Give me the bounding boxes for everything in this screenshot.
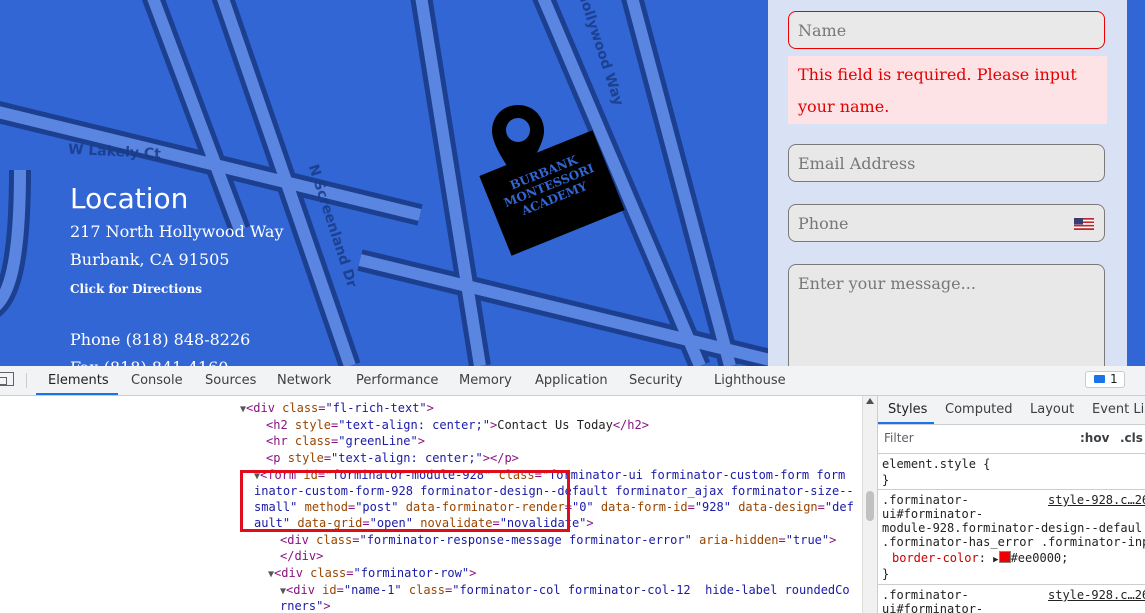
tab-lighthouse[interactable]: Lighthouse [714, 366, 786, 395]
contact-form-panel: Name This field is required. Please inpu… [768, 0, 1127, 366]
phone-placeholder: Phone [798, 214, 849, 233]
styles-pane: Styles Computed Layout Event Lis Filter … [877, 396, 1145, 613]
fax-number: Fax (818) 841-4160 [70, 358, 228, 366]
active-styles-tab-indicator [878, 422, 934, 424]
dom-node-response-message[interactable]: <div class="forminator-response-message … [280, 532, 836, 549]
tab-sources[interactable]: Sources [205, 366, 256, 395]
tab-performance[interactable]: Performance [356, 366, 438, 395]
name-input[interactable]: Name [788, 11, 1105, 49]
rule-divider [878, 584, 1145, 585]
address-line-1: 217 North Hollywood Way [70, 222, 284, 241]
phone-input[interactable]: Phone [788, 204, 1105, 242]
rule-source-link[interactable]: style-928.c…26 [1048, 588, 1145, 602]
hover-state-toggle[interactable]: :hov [1080, 431, 1109, 445]
active-tab-indicator [36, 393, 118, 395]
rule-source-link[interactable]: style-928.c…26 [1048, 493, 1145, 507]
issues-badge[interactable]: 1 [1085, 371, 1125, 388]
styles-filter-row: Filter :hov .cls [878, 425, 1145, 454]
phone-number[interactable]: Phone (818) 848-8226 [70, 330, 250, 349]
scrollbar-thumb[interactable] [866, 491, 874, 521]
dom-node-hr[interactable]: <hr class="greenLine"> [266, 433, 425, 450]
name-error-message: This field is required. Please input you… [788, 56, 1107, 124]
address-line-2: Burbank, CA 91505 [70, 250, 230, 269]
dom-node-name-col-cont: rners"> [280, 599, 331, 613]
dom-node-close-div[interactable]: </div> [280, 548, 323, 565]
dom-node-form-cont: inator-custom-form-928 forminator-design… [254, 484, 854, 498]
devtools-tabbar: Elements Console Sources Network Perform… [0, 366, 1145, 396]
tab-elements[interactable]: Elements [48, 366, 109, 395]
page-edge-background [1127, 0, 1145, 366]
color-swatch[interactable] [998, 551, 1011, 563]
tab-console[interactable]: Console [131, 366, 183, 395]
message-textarea[interactable]: Enter your message... [788, 264, 1105, 366]
tab-network[interactable]: Network [277, 366, 331, 395]
rule-divider [878, 489, 1145, 490]
rule-selector[interactable]: .forminator- ui#forminator- [882, 588, 983, 613]
tab-event-listeners[interactable]: Event Lis [1092, 396, 1145, 424]
scroll-up-arrow-icon[interactable] [866, 398, 874, 404]
devtools-panel: Elements Console Sources Network Perform… [0, 366, 1145, 613]
tab-application[interactable]: Application [535, 366, 608, 395]
webpage-viewport: W Lakely Ct N Screenland Dr Hollywood Wa… [0, 0, 1145, 366]
tab-styles[interactable]: Styles [888, 396, 927, 424]
elements-scrollbar[interactable] [862, 396, 877, 613]
us-flag-icon[interactable] [1074, 218, 1094, 230]
location-title: Location [70, 182, 189, 215]
dom-node-name-col[interactable]: ▼<div id="name-1" class="forminator-col … [280, 582, 850, 601]
class-toggle[interactable]: .cls [1120, 431, 1143, 445]
close-brace: } [882, 567, 890, 581]
tab-memory[interactable]: Memory [459, 366, 512, 395]
styles-filter-input[interactable]: Filter [881, 428, 1067, 448]
directions-link[interactable]: Click for Directions [70, 282, 202, 296]
message-icon [1094, 375, 1105, 383]
dom-node-p[interactable]: <p style="text-align: center;"></p> [266, 450, 519, 467]
dom-node-div-rich-text[interactable]: ▼<div class="fl-rich-text"> [240, 400, 434, 419]
tab-layout[interactable]: Layout [1030, 396, 1074, 424]
issues-count: 1 [1110, 372, 1118, 386]
element-style-rule[interactable]: element.style { [882, 457, 990, 471]
dom-node-forminator-row[interactable]: ▼<div class="forminator-row"> [268, 565, 476, 584]
email-input[interactable]: Email Address [788, 144, 1105, 182]
elements-tree[interactable]: ▼<div class="fl-rich-text"> <h2 style="t… [0, 396, 862, 613]
styles-tabbar: Styles Computed Layout Event Lis [878, 396, 1145, 425]
tab-separator [26, 373, 27, 388]
dom-node-form-cont: ault" data-grid="open" novalidate="noval… [254, 516, 594, 530]
tab-computed[interactable]: Computed [945, 396, 1013, 424]
css-declaration[interactable]: border-color: ▶ #ee0000; [892, 551, 1068, 567]
tab-security[interactable]: Security [629, 366, 682, 395]
dock-side-icon[interactable] [0, 372, 14, 386]
dom-node-h2[interactable]: <h2 style="text-align: center;">Contact … [266, 417, 649, 434]
close-brace: } [882, 473, 890, 487]
dom-node-form-cont: small" method="post" data-forminator-ren… [254, 500, 854, 514]
